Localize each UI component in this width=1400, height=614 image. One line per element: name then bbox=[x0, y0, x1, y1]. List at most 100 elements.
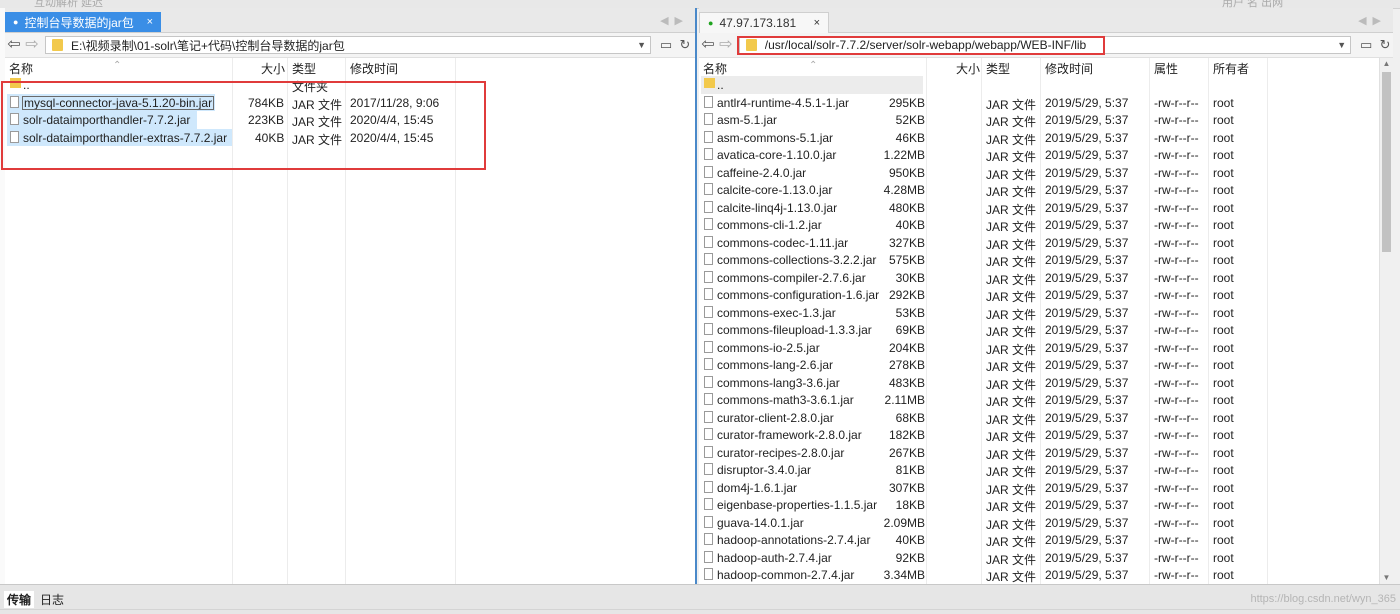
column-owner[interactable]: 所有者 bbox=[1213, 60, 1249, 77]
bookmark-icon[interactable]: ▭ bbox=[1358, 38, 1374, 52]
list-item[interactable]: curator-framework-2.8.0.jar 182KB JAR 文件 20… bbox=[699, 426, 1379, 444]
file-owner: root bbox=[1213, 270, 1234, 285]
file-name: asm-commons-5.1.jar bbox=[717, 130, 834, 145]
bookmark-icon[interactable]: ▭ bbox=[658, 38, 674, 52]
column-type[interactable]: 类型 bbox=[292, 60, 316, 77]
list-item-updir[interactable]: .. bbox=[699, 76, 1379, 94]
file-owner: root bbox=[1213, 148, 1234, 162]
bottom-tabbar: 传输 日志 https://blog.csdn.net/wyn_365 bbox=[0, 584, 1400, 614]
file-type: JAR 文件 bbox=[292, 97, 343, 112]
column-type[interactable]: 类型 bbox=[986, 60, 1010, 77]
column-attributes[interactable]: 属性 bbox=[1154, 60, 1178, 77]
column-size[interactable]: 大小 bbox=[261, 60, 285, 77]
file-type: JAR 文件 bbox=[986, 552, 1037, 567]
file-size: 30KB bbox=[895, 270, 925, 285]
file-name: hadoop-annotations-2.7.4.jar bbox=[717, 533, 871, 547]
arrow-left-icon[interactable]: ⇦ bbox=[699, 37, 717, 53]
list-item[interactable]: caffeine-2.4.0.jar 950KB JAR 文件 2019/5/29, … bbox=[699, 164, 1379, 182]
list-item[interactable]: commons-exec-1.3.jar 53KB JAR 文件 2019/5/29,… bbox=[699, 304, 1379, 322]
list-item[interactable]: commons-fileupload-1.3.3.jar 69KB JAR 文件 20… bbox=[699, 321, 1379, 339]
file-icon bbox=[10, 113, 19, 125]
list-item[interactable]: avatica-core-1.10.0.jar 1.22MB JAR 文件 2019/… bbox=[699, 146, 1379, 164]
column-name[interactable]: 名称 bbox=[9, 60, 33, 77]
file-modified: 2019/5/29, 5:37 bbox=[1045, 463, 1129, 477]
list-item[interactable]: curator-client-2.8.0.jar 68KB JAR 文件 2019/5… bbox=[699, 409, 1379, 427]
list-item[interactable]: commons-lang3-3.6.jar 483KB JAR 文件 2019/5/2… bbox=[699, 374, 1379, 392]
scroll-up-icon[interactable]: ▲ bbox=[1380, 58, 1393, 70]
remote-path-input[interactable]: /usr/local/solr-7.7.2/server/solr-webapp… bbox=[738, 36, 1352, 54]
list-item[interactable]: disruptor-3.4.0.jar 81KB JAR 文件 2019/5/29, … bbox=[699, 461, 1379, 479]
refresh-icon[interactable]: ↻ bbox=[677, 38, 693, 52]
file-attributes: -rw-r--r-- bbox=[1154, 305, 1199, 320]
file-name: .. bbox=[717, 78, 724, 92]
list-item[interactable]: commons-configuration-1.6.jar 292KB JAR 文件… bbox=[699, 286, 1379, 304]
file-owner: root bbox=[1213, 113, 1234, 127]
arrow-left-icon[interactable]: ⇦ bbox=[5, 37, 23, 53]
tab-scroll-arrows[interactable]: ◀▶ bbox=[660, 14, 689, 27]
file-type: JAR 文件 bbox=[986, 465, 1037, 479]
list-item[interactable]: calcite-core-1.13.0.jar 4.28MB JAR 文件 2019/… bbox=[699, 181, 1379, 199]
close-icon[interactable]: × bbox=[147, 16, 153, 28]
list-item[interactable]: dom4j-1.6.1.jar 307KB JAR 文件 2019/5/29, 5:3… bbox=[699, 479, 1379, 497]
tab-local-folder[interactable]: ● 控制台导数据的jar包 × bbox=[5, 12, 161, 32]
file-size: 2.09MB bbox=[883, 515, 925, 530]
list-item[interactable]: curator-recipes-2.8.0.jar 267KB JAR 文件 2019… bbox=[699, 444, 1379, 462]
file-size: 784KB bbox=[248, 95, 285, 110]
local-path-input[interactable]: E:\视频录制\01-solr\笔记+代码\控制台导数据的jar包 ▼ bbox=[45, 36, 651, 54]
file-modified: 2019/5/29, 5:37 bbox=[1045, 498, 1129, 512]
list-item[interactable]: commons-io-2.5.jar 204KB JAR 文件 2019/5/29, … bbox=[699, 339, 1379, 357]
list-item[interactable]: commons-cli-1.2.jar 40KB JAR 文件 2019/5/29, … bbox=[699, 216, 1379, 234]
arrow-right-icon[interactable]: ⇨ bbox=[717, 37, 735, 53]
tab-dot-icon: ● bbox=[13, 17, 19, 27]
file-size: 52KB bbox=[895, 113, 925, 127]
list-item[interactable]: hadoop-auth-2.7.4.jar 92KB JAR 文件 2019/5/29… bbox=[699, 549, 1379, 567]
list-item[interactable]: eigenbase-properties-1.1.5.jar 18KB JAR 文件… bbox=[699, 496, 1379, 514]
close-icon[interactable]: × bbox=[814, 17, 820, 29]
remote-scrollbar[interactable]: ▲ ▼ bbox=[1379, 58, 1393, 584]
list-item[interactable]: hadoop-annotations-2.7.4.jar 40KB JAR 文件 20… bbox=[699, 531, 1379, 549]
scroll-down-icon[interactable]: ▼ bbox=[1380, 572, 1393, 584]
file-attributes: -rw-r--r-- bbox=[1154, 253, 1199, 267]
list-item[interactable]: asm-commons-5.1.jar 46KB JAR 文件 2019/5/29, … bbox=[699, 129, 1379, 147]
list-item[interactable]: hadoop-common-2.7.4.jar 3.34MB JAR 文件 2019/… bbox=[699, 566, 1379, 584]
column-size[interactable]: 大小 bbox=[956, 60, 980, 77]
file-attributes: -rw-r--r-- bbox=[1154, 218, 1199, 232]
list-item-updir[interactable]: .. 文件夹 bbox=[5, 76, 695, 94]
file-size: 53KB bbox=[895, 305, 925, 320]
file-size: 40KB bbox=[255, 130, 285, 145]
file-size: 46KB bbox=[895, 130, 925, 145]
arrow-right-icon[interactable]: ⇨ bbox=[23, 37, 41, 53]
list-item[interactable]: commons-compiler-2.7.6.jar 30KB JAR 文件 2019… bbox=[699, 269, 1379, 287]
list-item[interactable]: mysql-connector-java-5.1.20-bin.jar 784K… bbox=[5, 93, 695, 112]
list-item[interactable]: commons-lang-2.6.jar 278KB JAR 文件 2019/5/29… bbox=[699, 356, 1379, 374]
file-name: hadoop-common-2.7.4.jar bbox=[717, 568, 855, 582]
list-item[interactable]: calcite-linq4j-1.13.0.jar 480KB JAR 文件 2019… bbox=[699, 199, 1379, 217]
file-icon bbox=[704, 305, 713, 318]
local-address-bar: ⇦ ⇨ E:\视频录制\01-solr\笔记+代码\控制台导数据的jar包 ▼ … bbox=[5, 33, 695, 58]
tab-scroll-arrows[interactable]: ◀▶ bbox=[1358, 14, 1387, 27]
list-item[interactable]: guava-14.0.1.jar 2.09MB JAR 文件 2019/5/29, 5… bbox=[699, 514, 1379, 532]
file-size: 327KB bbox=[888, 235, 925, 250]
file-name: asm-5.1.jar bbox=[717, 113, 778, 127]
file-size: 307KB bbox=[888, 480, 925, 495]
file-size: 182KB bbox=[888, 428, 925, 442]
list-item[interactable]: commons-math3-3.6.1.jar 2.11MB JAR 文件 2019/… bbox=[699, 391, 1379, 409]
file-owner: root bbox=[1213, 550, 1234, 565]
refresh-icon[interactable]: ↻ bbox=[1377, 38, 1393, 52]
tab-log[interactable]: 日志 bbox=[40, 591, 64, 608]
column-name[interactable]: 名称 bbox=[703, 60, 727, 77]
tab-remote-server[interactable]: ● 47.97.173.181 × bbox=[699, 12, 829, 33]
column-modified[interactable]: 修改时间 bbox=[1045, 60, 1093, 77]
list-item[interactable]: asm-5.1.jar 52KB JAR 文件 2019/5/29, 5:37 -rw-… bbox=[699, 111, 1379, 129]
list-item[interactable]: solr-dataimporthandler-extras-7.7.2.jar … bbox=[5, 128, 695, 147]
list-item[interactable]: commons-codec-1.11.jar 327KB JAR 文件 2019/5/… bbox=[699, 234, 1379, 252]
column-modified[interactable]: 修改时间 bbox=[350, 60, 398, 77]
chevron-down-icon[interactable]: ▼ bbox=[637, 37, 646, 53]
file-type: JAR 文件 bbox=[986, 115, 1037, 129]
list-item[interactable]: commons-collections-3.2.2.jar 575KB JAR 文件… bbox=[699, 251, 1379, 269]
list-item[interactable]: solr-dataimporthandler-7.7.2.jar 223KB J… bbox=[5, 111, 695, 129]
scrollbar-thumb[interactable] bbox=[1382, 72, 1391, 252]
chevron-down-icon[interactable]: ▼ bbox=[1337, 37, 1346, 53]
tab-transfer[interactable]: 传输 bbox=[4, 591, 35, 608]
list-item[interactable]: antlr4-runtime-4.5.1-1.jar 295KB JAR 文件 201… bbox=[699, 94, 1379, 112]
